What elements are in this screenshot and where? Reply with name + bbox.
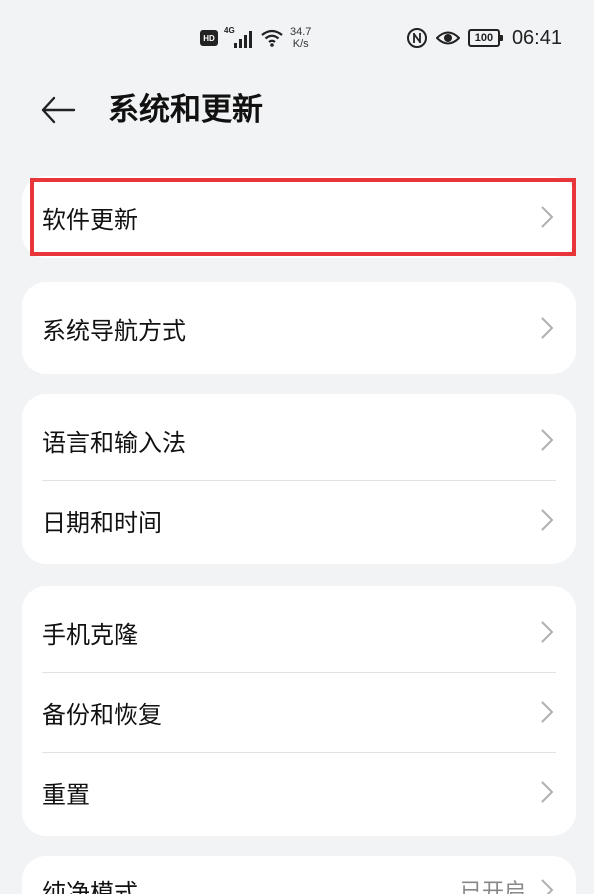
header: 系统和更新 [0,76,594,146]
speed-unit: K/s [292,38,309,50]
menu-item-label: 手机克隆 [42,620,138,649]
chevron-right-icon [541,879,554,894]
menu-item-phone-clone[interactable]: 手机克隆 [22,592,576,672]
menu-item-label: 备份和恢复 [42,700,162,729]
menu-item-system-navigation[interactable]: 系统导航方式 [22,282,576,374]
chevron-right-icon [541,701,554,723]
menu-item-pure-mode[interactable]: 纯净模式 已开启 [22,856,576,894]
menu-item-label: 语言和输入法 [42,428,186,457]
chevron-right-icon [541,429,554,451]
battery-icon: 100 [467,29,503,47]
back-arrow-icon [41,96,76,124]
menu-item-reset[interactable]: 重置 [22,752,576,832]
nfc-icon [406,28,427,48]
signal-icon: 4G [224,26,254,48]
status-left: HD 4G 34.7 K/s [200,24,311,52]
menu-item-label: 软件更新 [42,205,138,234]
chevron-right-icon [541,317,554,339]
menu-item-label: 纯净模式 [42,878,138,894]
menu-item-value: 已开启 [459,880,526,894]
chevron-right-icon [541,206,554,228]
chevron-right-icon [541,621,554,643]
settings-group-software-update: 软件更新 [22,176,576,258]
eye-comfort-icon [435,31,460,45]
menu-item-language-input[interactable]: 语言和输入法 [22,400,576,480]
settings-group-backup-reset: 手机克隆 备份和恢复 重置 [22,586,576,836]
settings-group-language-date: 语言和输入法 日期和时间 [22,394,576,564]
menu-item-label: 日期和时间 [42,508,162,537]
divider [42,752,556,753]
menu-item-date-time[interactable]: 日期和时间 [22,480,576,560]
menu-item-backup-restore[interactable]: 备份和恢复 [22,672,576,752]
status-right: 100 06:41 [406,24,562,52]
network-speed: 34.7 K/s [290,26,311,50]
chevron-right-icon [541,509,554,531]
menu-item-label: 系统导航方式 [42,316,186,345]
chevron-right-icon [541,781,554,803]
divider [42,480,556,481]
speed-value: 34.7 [290,26,312,38]
hd-icon: HD [200,30,218,46]
settings-group-pure-mode: 纯净模式 已开启 [22,856,576,894]
menu-item-software-update[interactable]: 软件更新 [22,176,576,258]
settings-group-navigation: 系统导航方式 [22,282,576,374]
wifi-icon [261,29,283,47]
battery-level: 100 [474,32,494,44]
page-title: 系统和更新 [108,92,263,128]
divider [42,672,556,673]
back-button[interactable] [36,90,80,130]
status-bar: HD 4G 34.7 K/s 100 06:41 [0,0,594,76]
clock: 06:41 [511,26,562,49]
menu-item-label: 重置 [42,780,90,809]
